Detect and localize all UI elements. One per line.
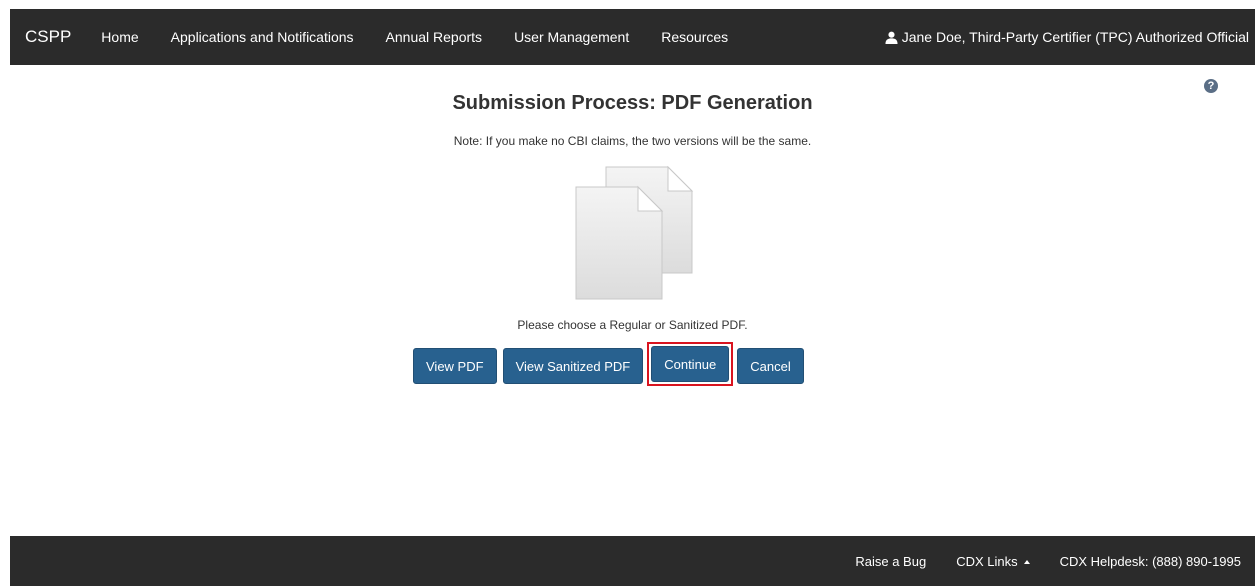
choose-pdf-text: Please choose a Regular or Sanitized PDF…: [517, 318, 748, 332]
user-icon: [885, 31, 898, 44]
page: CSPP Home Applications and Notifications…: [0, 0, 1255, 586]
cdx-helpdesk-link[interactable]: CDX Helpdesk: (888) 890-1995: [1060, 554, 1241, 569]
page-title: Submission Process: PDF Generation: [452, 92, 813, 114]
nav-item-annual-reports[interactable]: Annual Reports: [370, 29, 499, 45]
nav-item-applications-and-notifications[interactable]: Applications and Notifications: [155, 29, 370, 45]
continue-button[interactable]: Continue: [651, 346, 730, 382]
user-name-label: Jane Doe, Third-Party Certifier (TPC) Au…: [901, 29, 1249, 45]
cdx-links-dropdown[interactable]: CDX Links: [956, 553, 1030, 569]
footer: Raise a Bug CDX Links CDX Helpdesk: (888…: [10, 536, 1255, 586]
user-menu[interactable]: Jane Doe, Third-Party Certifier (TPC) Au…: [885, 29, 1255, 45]
nav-item-home[interactable]: Home: [85, 29, 154, 45]
documents-icon: [575, 165, 694, 300]
cancel-button[interactable]: Cancel: [737, 348, 804, 384]
cdx-links-label: CDX Links: [956, 553, 1018, 569]
action-buttons: View PDF View Sanitized PDF Continue Can…: [413, 342, 804, 386]
continue-highlight: Continue: [647, 342, 734, 386]
main-content: Submission Process: PDF Generation Note:…: [10, 65, 1255, 535]
nav-item-resources[interactable]: Resources: [645, 29, 744, 45]
view-pdf-button[interactable]: View PDF: [413, 348, 497, 384]
brand-link[interactable]: CSPP: [25, 27, 71, 47]
view-sanitized-pdf-button[interactable]: View Sanitized PDF: [502, 348, 644, 384]
nav-item-user-management[interactable]: User Management: [498, 29, 645, 45]
raise-bug-link[interactable]: Raise a Bug: [855, 554, 926, 569]
cbi-note: Note: If you make no CBI claims, the two…: [453, 134, 812, 148]
top-navbar: CSPP Home Applications and Notifications…: [10, 9, 1255, 65]
caret-up-icon: [1023, 560, 1030, 565]
